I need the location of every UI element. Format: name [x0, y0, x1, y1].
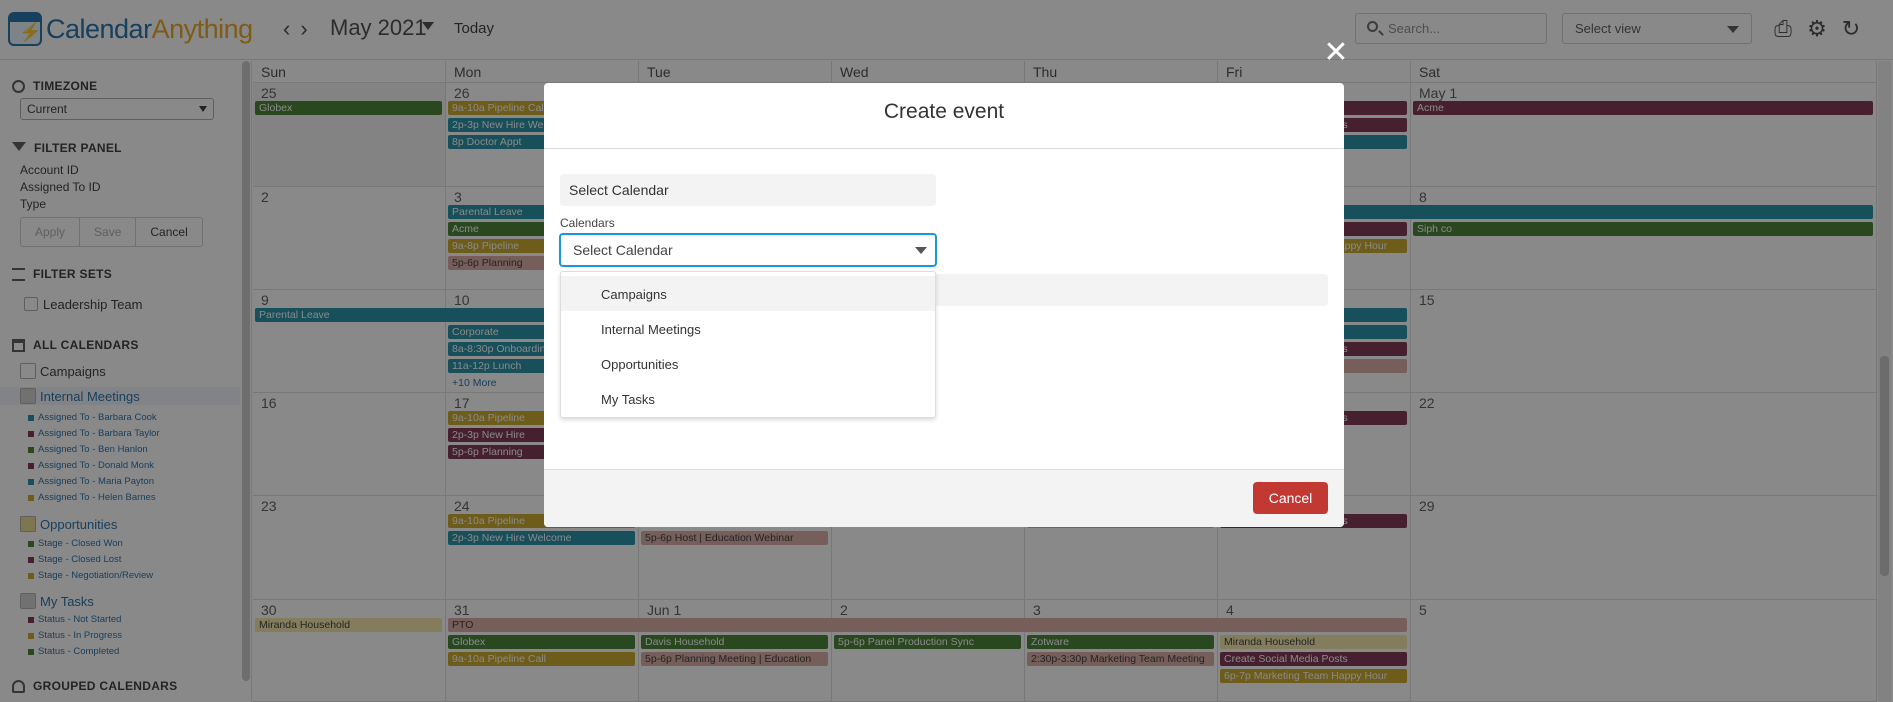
- create-event-modal: Create event Select Calendar Calendars S…: [544, 83, 1344, 527]
- select-calendar-section: Select Calendar: [560, 174, 936, 206]
- calendar-combobox-placeholder: Select Calendar: [573, 242, 673, 258]
- chevron-down-icon: [915, 247, 927, 254]
- section-bar: [936, 274, 1328, 306]
- modal-footer: Cancel: [544, 469, 1344, 527]
- option-campaigns[interactable]: Campaigns: [561, 276, 935, 311]
- app-window: ⚡ CalendarAnything ‹› May 2021 Today Sea…: [0, 0, 1893, 702]
- calendars-label: Calendars: [560, 216, 615, 230]
- calendar-options-list: Campaigns Internal Meetings Opportunitie…: [560, 271, 936, 418]
- cancel-button[interactable]: Cancel: [1253, 482, 1328, 514]
- option-opportunities[interactable]: Opportunities: [561, 346, 935, 381]
- option-my-tasks[interactable]: My Tasks: [561, 381, 935, 416]
- option-internal-meetings[interactable]: Internal Meetings: [561, 311, 935, 346]
- calendar-combobox[interactable]: Select Calendar: [560, 234, 936, 266]
- close-icon[interactable]: ✕: [1323, 38, 1349, 68]
- modal-title: Create event: [544, 83, 1344, 149]
